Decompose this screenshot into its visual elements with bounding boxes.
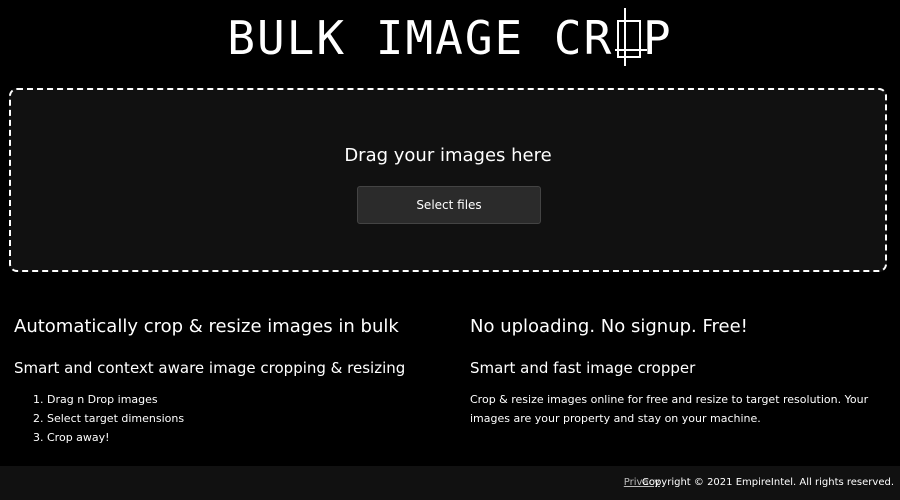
page: BULK IMAGE CROP Drag your images here Se… — [0, 0, 900, 500]
site-logo: BULK IMAGE CROP — [0, 8, 900, 66]
feature-subheading-fast: Smart and fast image cropper — [470, 359, 696, 377]
step-item: Crop away! — [47, 428, 434, 447]
feature-description: Crop & resize images online for free and… — [470, 393, 869, 425]
step-item: Drag n Drop images — [47, 390, 434, 409]
logo-text-end: P — [643, 11, 673, 65]
dropzone-prompt: Drag your images here — [344, 145, 552, 166]
steps-list: Drag n Drop images Select target dimensi… — [14, 390, 434, 447]
select-files-button[interactable]: Select files — [357, 186, 541, 224]
feature-heading-free: No uploading. No signup. Free! — [470, 316, 748, 337]
logo-crop-letter: O — [613, 8, 648, 66]
page-footer: Privacy Copyright © 2021 EmpireIntel. Al… — [0, 466, 900, 500]
file-dropzone[interactable]: Drag your images here Select files — [9, 88, 887, 272]
feature-column-bulk: Automatically crop & resize images in bu… — [14, 316, 434, 447]
step-item: Select target dimensions — [47, 409, 434, 428]
logo-text-start: BULK IMAGE CR — [227, 11, 614, 65]
feature-subheading-smart: Smart and context aware image cropping &… — [14, 359, 406, 377]
copyright-text: Copyright © 2021 EmpireIntel. All rights… — [641, 477, 894, 488]
crop-frame-icon — [615, 8, 648, 66]
feature-column-free: No uploading. No signup. Free! Smart and… — [470, 316, 880, 428]
feature-heading-bulk: Automatically crop & resize images in bu… — [14, 316, 399, 337]
